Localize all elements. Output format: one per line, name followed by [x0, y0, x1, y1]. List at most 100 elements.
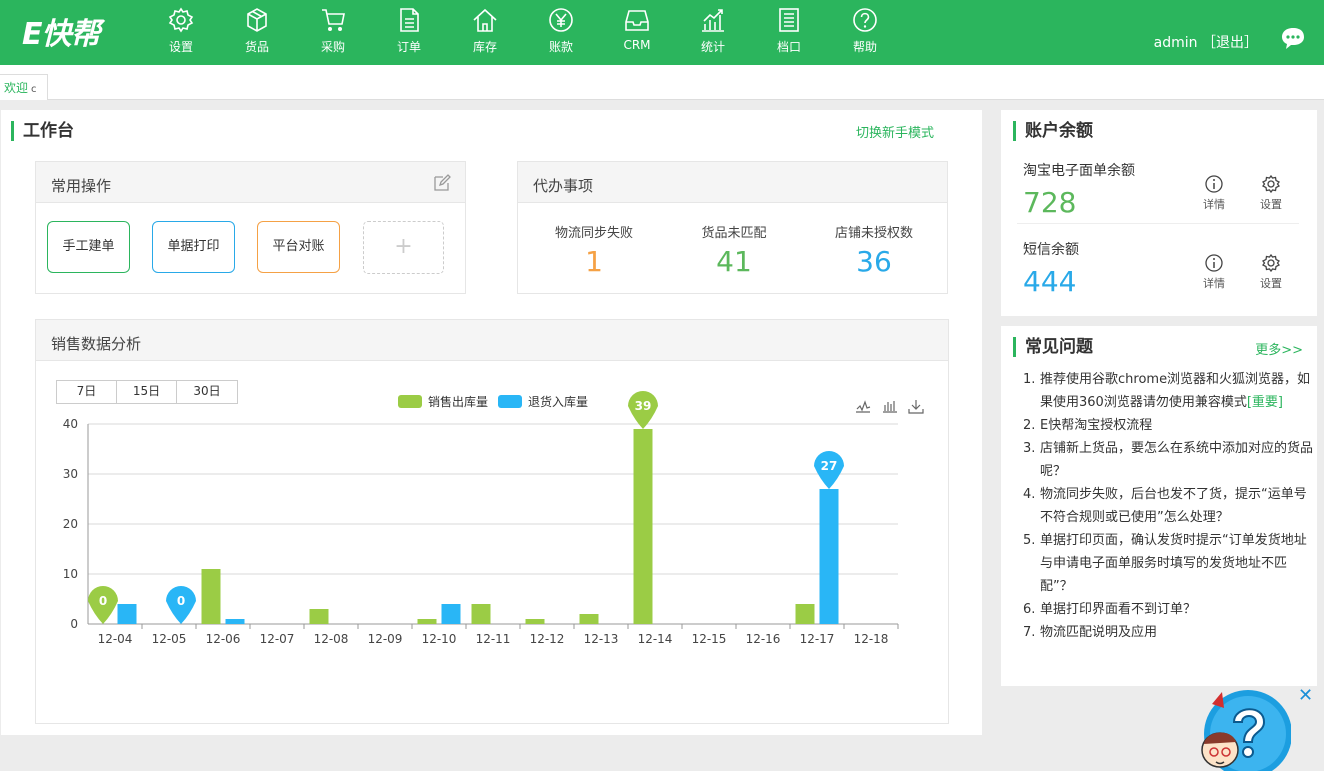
- todo-label: 物流同步失败: [554, 226, 633, 241]
- mascot-close-icon[interactable]: ✕: [1298, 685, 1313, 706]
- faq-text: 物流匹配说明及应用: [1040, 625, 1158, 640]
- sales-chart: 0 10 20 30 40 12-04 12-05 12-06 12-07 12-08 12-09 1…: [63, 391, 924, 646]
- top-navigation-bar: E快帮 设置 货品 采购 订单 库存 账款 CRM 统计 档口 帮助 admin ［退出］: [0, 0, 1324, 65]
- chart-icon: [702, 9, 724, 32]
- bar-chart-toggle-icon[interactable]: [883, 401, 897, 413]
- nav-item-8[interactable]: 档口: [751, 0, 827, 65]
- box-icon: [247, 8, 267, 32]
- nav-item-5[interactable]: 账款: [523, 0, 599, 65]
- y-tick-label: 0: [70, 617, 78, 631]
- common-ops-card: 常用操作 手工建单 单据打印 平台对账 +: [35, 161, 466, 294]
- bar: [471, 604, 491, 624]
- faq-item[interactable]: 6. 单据打印界面看不到订单？: [1023, 598, 1313, 621]
- x-tick-label: 12-04: [98, 632, 133, 646]
- faq-text: 店铺新上货品，要怎么在系统中添加对应的货品呢？: [1040, 441, 1314, 479]
- x-tick-label: 12-09: [368, 632, 403, 646]
- logout-link[interactable]: 退出: [1216, 35, 1244, 51]
- yen-icon: [549, 8, 573, 32]
- todo-item[interactable]: 物流同步失败 1: [524, 222, 664, 278]
- nav-label: 库存: [472, 40, 497, 54]
- main-nav: 设置 货品 采购 订单 库存 账款 CRM 统计 档口 帮助: [143, 0, 903, 65]
- faq-text: 单据打印界面看不到订单？: [1040, 602, 1197, 617]
- sales-card: 销售数据分析 7日 15日 30日 0 10 20 30 40 12-04 12-05 12-06…: [35, 319, 949, 724]
- bar: [201, 569, 221, 624]
- chat-bubble-icon[interactable]: [1280, 26, 1306, 50]
- x-tick-label: 12-13: [584, 632, 619, 646]
- x-tick-label: 12-15: [692, 632, 727, 646]
- balance-row: 短信余额 444 详情 设置: [1017, 239, 1299, 303]
- x-tick-label: 12-16: [746, 632, 781, 646]
- nav-label: 设置: [168, 40, 193, 54]
- nav-item-7[interactable]: 统计: [675, 0, 751, 65]
- refresh-icon[interactable]: c: [31, 84, 37, 95]
- bar: [795, 604, 815, 624]
- bar: [525, 619, 545, 624]
- nav-item-9[interactable]: 帮助: [827, 0, 903, 65]
- workbench-title: 工作台: [11, 121, 74, 141]
- faq-more-link[interactable]: 更多>>: [1255, 339, 1303, 358]
- faq-item[interactable]: 1. 推荐使用谷歌chrome浏览器和火狐浏览器，如果使用360浏览器请勿使用兼容…: [1023, 368, 1313, 414]
- todo-label: 货品未匹配: [701, 226, 767, 241]
- bar: [579, 614, 599, 624]
- x-tick-label: 12-17: [800, 632, 835, 646]
- add-operation-button[interactable]: +: [363, 221, 444, 274]
- op-button-0[interactable]: 手工建单: [47, 221, 130, 273]
- gear-icon: [1262, 253, 1280, 273]
- nav-label: CRM: [623, 38, 651, 52]
- tab-welcome[interactable]: 欢迎 c: [0, 74, 48, 100]
- x-tick-label: 12-12: [530, 632, 565, 646]
- nav-item-0[interactable]: 设置: [143, 0, 219, 65]
- x-tick-label: 12-07: [260, 632, 295, 646]
- faq-item[interactable]: 3. 店铺新上货品，要怎么在系统中添加对应的货品呢？: [1023, 437, 1313, 483]
- x-tick-label: 12-18: [854, 632, 889, 646]
- gear-icon: [168, 7, 194, 33]
- todo-item[interactable]: 店铺未授权数 36: [804, 222, 944, 278]
- cart-icon: [322, 9, 345, 31]
- faq-text: 推荐使用谷歌chrome浏览器和火狐浏览器，如果使用360浏览器请勿使用兼容模式…: [1040, 372, 1311, 410]
- x-tick-label: 12-08: [314, 632, 349, 646]
- marker-label: 0: [99, 594, 107, 608]
- nav-item-6[interactable]: CRM: [599, 0, 675, 65]
- legend-label: 退货入库量: [528, 394, 588, 409]
- todo-count: 1: [585, 245, 603, 278]
- faq-item[interactable]: 2. E快帮淘宝授权流程: [1023, 414, 1313, 437]
- app-logo[interactable]: E快帮: [22, 9, 101, 53]
- info-icon: [1205, 175, 1223, 193]
- op-button-1[interactable]: 单据打印: [152, 221, 235, 273]
- faq-item[interactable]: 7. 物流匹配说明及应用: [1023, 621, 1313, 644]
- nav-item-1[interactable]: 货品: [219, 0, 295, 65]
- faq-list: 1. 推荐使用谷歌chrome浏览器和火狐浏览器，如果使用360浏览器请勿使用兼容…: [1023, 368, 1313, 644]
- todo-card: 代办事项 物流同步失败 1 货品未匹配 41 店铺未授权数 36: [517, 161, 948, 294]
- settings-button[interactable]: 设置: [1256, 253, 1286, 291]
- home-icon: [473, 8, 497, 32]
- help-mascot-icon[interactable]: [1196, 684, 1291, 771]
- faq-number: 3.: [1023, 441, 1036, 456]
- line-chart-toggle-icon[interactable]: [856, 400, 871, 413]
- todo-label: 店铺未授权数: [834, 226, 913, 241]
- document-icon: [400, 8, 419, 32]
- page-tabs: 欢迎 c: [0, 65, 1324, 100]
- nav-item-3[interactable]: 订单: [371, 0, 447, 65]
- download-icon[interactable]: [908, 400, 924, 414]
- todo-count: 41: [716, 245, 752, 278]
- settings-button[interactable]: 设置: [1256, 174, 1286, 212]
- todo-count: 36: [856, 245, 892, 278]
- legend-swatch: [398, 395, 422, 408]
- marker-label: 39: [635, 399, 652, 413]
- detail-button[interactable]: 详情: [1199, 174, 1229, 212]
- marker-label: 0: [177, 594, 185, 608]
- balance-row: 淘宝电子面单余额 728 详情 设置: [1017, 160, 1299, 224]
- x-tick-label: 12-06: [206, 632, 241, 646]
- nav-item-4[interactable]: 库存: [447, 0, 523, 65]
- todo-item[interactable]: 货品未匹配 41: [664, 222, 804, 278]
- nav-item-2[interactable]: 采购: [295, 0, 371, 65]
- detail-button[interactable]: 详情: [1199, 253, 1229, 291]
- edit-icon[interactable]: [433, 174, 451, 192]
- switch-mode-link[interactable]: 切换新手模式: [856, 122, 934, 141]
- faq-title: 常见问题: [1013, 337, 1093, 357]
- faq-text: 物流同步失败，后台也发不了货，提示“运单号不符合规则或已使用”怎么处理？: [1040, 487, 1307, 525]
- op-button-2[interactable]: 平台对账: [257, 221, 340, 273]
- common-ops-header: 常用操作: [36, 162, 465, 203]
- faq-item[interactable]: 4. 物流同步失败，后台也发不了货，提示“运单号不符合规则或已使用”怎么处理？: [1023, 483, 1313, 529]
- faq-item[interactable]: 5. 单据打印页面，确认发货时提示“订单发货地址与申请电子面单服务时填写的发货地址…: [1023, 529, 1313, 598]
